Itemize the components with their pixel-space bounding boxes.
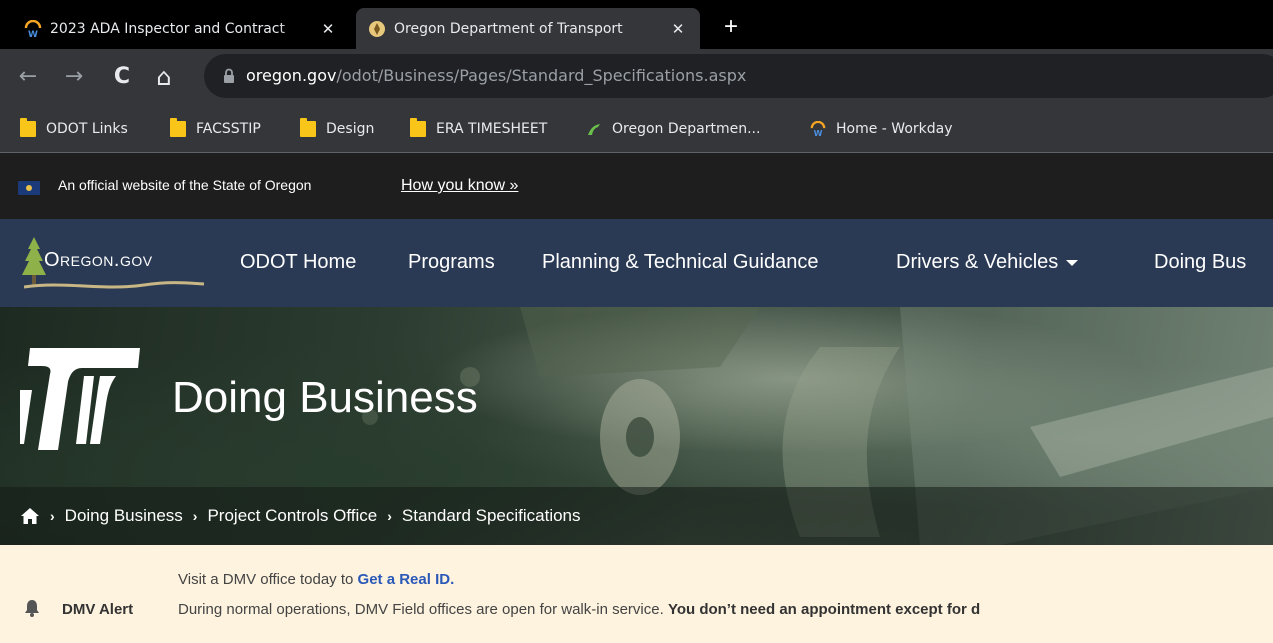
bookmark-label: Home - Workday	[836, 121, 953, 137]
breadcrumb-separator-icon: ›	[50, 508, 55, 524]
home-icon[interactable]	[20, 506, 40, 526]
page-title: Doing Business	[172, 373, 478, 422]
oregon-gov-logo[interactable]: Oregon.gov	[14, 235, 210, 295]
bookmark-odot-links[interactable]: ODOT Links	[20, 106, 128, 152]
home-button[interactable]: ⌂	[150, 59, 178, 95]
odot-logo-icon	[20, 348, 140, 450]
url-path: /odot/Business/Pages/Standard_Specificat…	[336, 66, 747, 85]
nav-odot-home[interactable]: ODOT Home	[240, 251, 356, 274]
tab-title: 2023 ADA Inspector and Contract	[50, 20, 285, 37]
tab-title: Oregon Department of Transport	[394, 20, 623, 37]
oregon-flag-icon	[18, 181, 40, 195]
bookmark-oregon-department[interactable]: Oregon Departmen...	[586, 106, 760, 152]
logo-text: Oregon.gov	[44, 249, 153, 271]
how-you-know-link[interactable]: How you know »	[401, 177, 518, 195]
dmv-alert-label: DMV Alert	[62, 601, 134, 618]
site-nav: Oregon.gov ODOT Home Programs Planning &…	[0, 219, 1273, 307]
alert-walk-in-text: During normal operations, DMV Field offi…	[178, 601, 668, 618]
browser-tab-strip: W 2023 ADA Inspector and Contract ✕ Oreg…	[0, 0, 1273, 49]
bookmark-design[interactable]: Design	[300, 106, 374, 152]
back-button[interactable]: ←	[14, 59, 42, 95]
lock-icon	[224, 68, 234, 83]
get-real-id-link[interactable]: Get a Real ID.	[358, 571, 455, 588]
oregon-icon	[369, 20, 385, 37]
url-host: oregon.gov	[246, 66, 337, 85]
alert-real-id-text: Visit a DMV office today to	[178, 571, 358, 588]
folder-icon	[170, 118, 186, 137]
nav-drivers-vehicles[interactable]: Drivers & Vehicles	[896, 251, 1079, 274]
workday-icon: W	[810, 121, 826, 137]
bookmark-label: ODOT Links	[46, 121, 128, 137]
bookmark-label: Design	[326, 121, 375, 137]
bookmark-label: ERA TIMESHEET	[436, 121, 548, 137]
address-bar[interactable]: oregon.gov/odot/Business/Pages/Standard_…	[204, 54, 1273, 98]
browser-toolbar: ← → C ⌂ oregon.gov/odot/Business/Pages/S…	[0, 49, 1273, 113]
river-swoosh-icon	[24, 281, 204, 289]
chevron-down-icon	[1066, 259, 1079, 266]
new-tab-button[interactable]: +	[718, 12, 744, 42]
tab-oregon-dot[interactable]: Oregon Department of Transport ✕	[356, 8, 700, 49]
bookmark-label: Oregon Departmen...	[612, 121, 761, 137]
bookmarks-bar: ODOT Links FACSSTIP Design ERA TIMESHEET…	[0, 106, 1273, 153]
official-site-banner: An official website of the State of Oreg…	[0, 153, 1273, 219]
nav-doing-business[interactable]: Doing Bus	[1154, 251, 1246, 274]
reload-button[interactable]: C	[108, 59, 136, 95]
breadcrumb-separator-icon: ›	[387, 508, 392, 524]
nav-drivers-vehicles-label: Drivers & Vehicles	[896, 251, 1059, 273]
alert-appointment-text: You don’t need an appointment except for…	[667, 601, 981, 618]
alert-walk-in-line: During normal operations, DMV Field offi…	[178, 601, 980, 618]
bookmark-label: FACSSTIP	[196, 121, 261, 137]
breadcrumb-separator-icon: ›	[192, 508, 198, 524]
nav-planning-technical-guidance[interactable]: Planning & Technical Guidance	[542, 251, 818, 274]
folder-icon	[20, 118, 36, 137]
dmv-alert-banner: DMV Alert Visit a DMV office today to Ge…	[0, 545, 1273, 643]
hero-banner: Doing Business › Doing Business › Projec…	[0, 307, 1273, 545]
alert-real-id-line: Visit a DMV office today to Get a Real I…	[178, 571, 454, 588]
bookmark-facsstip[interactable]: FACSSTIP	[170, 106, 261, 152]
bookmark-era-timesheet[interactable]: ERA TIMESHEET	[410, 106, 547, 152]
workday-icon: W	[24, 19, 42, 38]
breadcrumb-project-controls-office[interactable]: Project Controls Office	[207, 506, 377, 526]
forward-button[interactable]: →	[60, 59, 88, 95]
breadcrumb: › Doing Business › Project Controls Offi…	[0, 487, 1273, 545]
official-site-text: An official website of the State of Oreg…	[58, 177, 312, 193]
folder-icon	[300, 118, 316, 137]
svg-text:W: W	[28, 30, 38, 38]
svg-text:W: W	[814, 129, 823, 137]
close-tab-icon[interactable]: ✕	[668, 20, 688, 38]
close-tab-icon[interactable]: ✕	[318, 20, 338, 38]
url-text: oregon.gov/odot/Business/Pages/Standard_…	[246, 66, 746, 85]
bell-icon	[25, 600, 39, 617]
tab-ada-inspector[interactable]: W 2023 ADA Inspector and Contract ✕	[12, 8, 350, 49]
breadcrumb-standard-specifications: Standard Specifications	[401, 506, 581, 525]
bookmark-home-workday[interactable]: W Home - Workday	[810, 106, 953, 152]
folder-icon	[410, 118, 426, 137]
nav-programs[interactable]: Programs	[408, 251, 495, 274]
odot-favicon-icon	[588, 124, 600, 135]
breadcrumb-doing-business[interactable]: Doing Business	[65, 506, 183, 526]
